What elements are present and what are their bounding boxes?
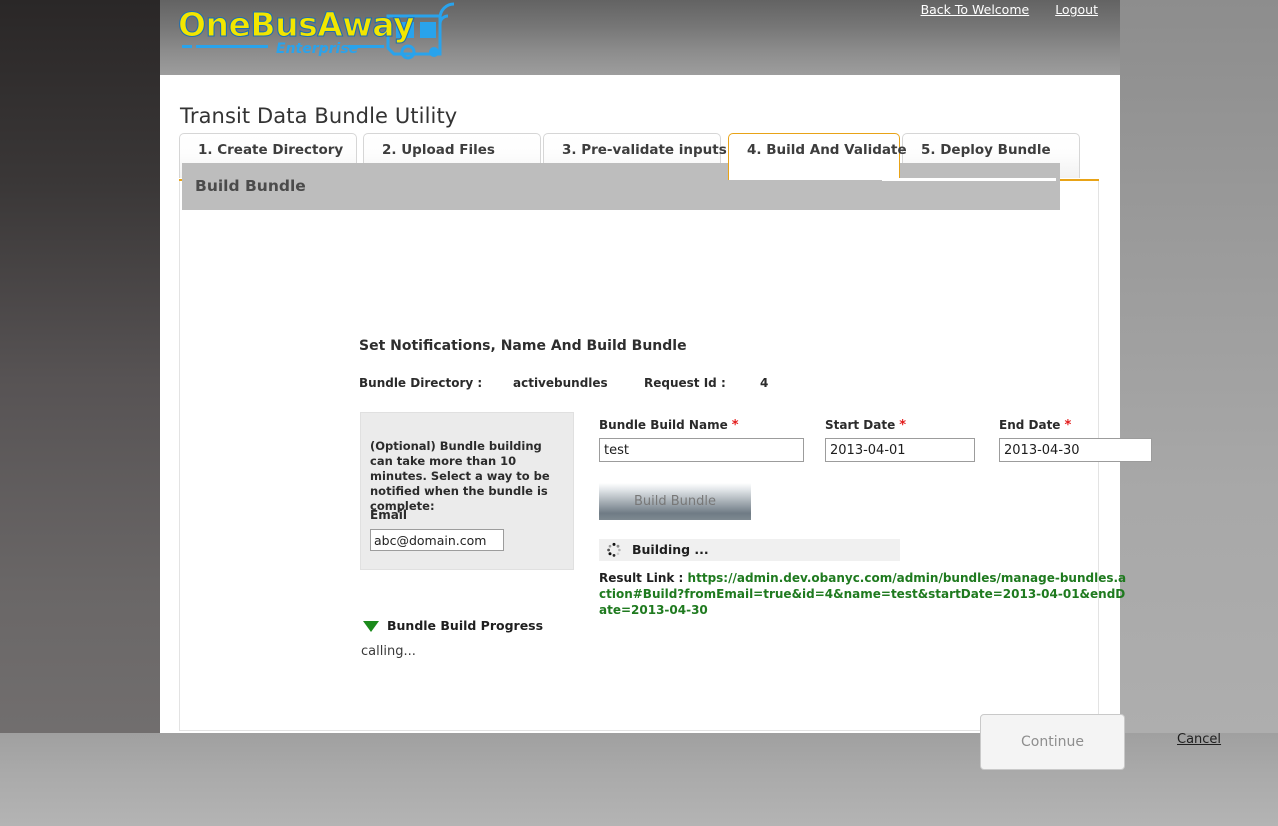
building-status-bar: Building ... xyxy=(599,539,900,561)
notification-description: (Optional) Bundle building can take more… xyxy=(370,439,550,513)
required-marker: * xyxy=(899,418,907,433)
continue-button[interactable]: Continue xyxy=(980,714,1125,770)
start-date-label: Start Date * xyxy=(825,418,906,433)
result-link-row: Result Link : https://admin.dev.obanyc.c… xyxy=(599,570,1129,618)
section-header-title: Build Bundle xyxy=(195,177,306,195)
email-input[interactable] xyxy=(370,529,504,551)
outer-background-right xyxy=(1120,0,1278,826)
tab-underline-mask xyxy=(882,178,1056,181)
tab-label: 1. Create Directory xyxy=(198,142,344,158)
end-date-input[interactable] xyxy=(999,438,1152,462)
label-text: Bundle Build Name xyxy=(599,418,728,432)
main-page: Transit Data Bundle Utility 1. Create Di… xyxy=(160,75,1221,770)
onebusaway-logo: OneBusAway Enterprise xyxy=(172,2,482,62)
section-header: Build Bundle xyxy=(182,163,1060,210)
bundle-build-name-input[interactable] xyxy=(599,438,804,462)
end-date-label: End Date * xyxy=(999,418,1071,433)
request-id-value: 4 xyxy=(760,376,769,390)
building-status-text: Building ... xyxy=(632,542,709,557)
bundle-directory-label: Bundle Directory : xyxy=(359,376,483,390)
subsection-title: Set Notifications, Name And Build Bundle xyxy=(359,338,687,354)
bundle-build-progress-title: Bundle Build Progress xyxy=(387,618,544,633)
svg-text:OneBusAway: OneBusAway xyxy=(178,5,414,44)
build-bundle-button[interactable]: Build Bundle xyxy=(599,483,751,520)
required-marker: * xyxy=(731,418,739,433)
site-banner: OneBusAway Enterprise Back To Welcome Lo… xyxy=(160,0,1120,75)
email-label: Email xyxy=(370,508,408,522)
bundle-build-name-label: Bundle Build Name * xyxy=(599,418,739,433)
start-date-input[interactable] xyxy=(825,438,975,462)
bundle-build-progress-log: calling... xyxy=(361,644,416,659)
tab-build-and-validate[interactable]: 4. Build And Validate xyxy=(728,133,907,180)
result-link-label: Result Link : xyxy=(599,571,684,585)
notification-panel: (Optional) Bundle building can take more… xyxy=(360,412,574,570)
tab-label: 2. Upload Files xyxy=(382,142,495,158)
required-marker: * xyxy=(1064,418,1072,433)
label-text: Start Date xyxy=(825,418,896,432)
tab-label: 5. Deploy Bundle xyxy=(921,142,1051,158)
page-title: Transit Data Bundle Utility xyxy=(180,104,458,128)
tab-label: 4. Build And Validate xyxy=(747,142,907,158)
header-links: Back To Welcome Logout xyxy=(899,2,1098,17)
svg-text:Enterprise: Enterprise xyxy=(276,41,358,57)
label-text: End Date xyxy=(999,418,1061,432)
cancel-link[interactable]: Cancel xyxy=(1177,732,1221,747)
request-id-label: Request Id : xyxy=(644,376,726,390)
bundle-directory-value: activebundles xyxy=(513,376,608,390)
back-to-welcome-link[interactable]: Back To Welcome xyxy=(921,2,1030,17)
logout-link[interactable]: Logout xyxy=(1055,2,1098,17)
spinner-icon xyxy=(606,542,622,558)
triangle-down-icon xyxy=(363,621,379,632)
tab-label: 3. Pre-validate inputs xyxy=(562,142,727,158)
